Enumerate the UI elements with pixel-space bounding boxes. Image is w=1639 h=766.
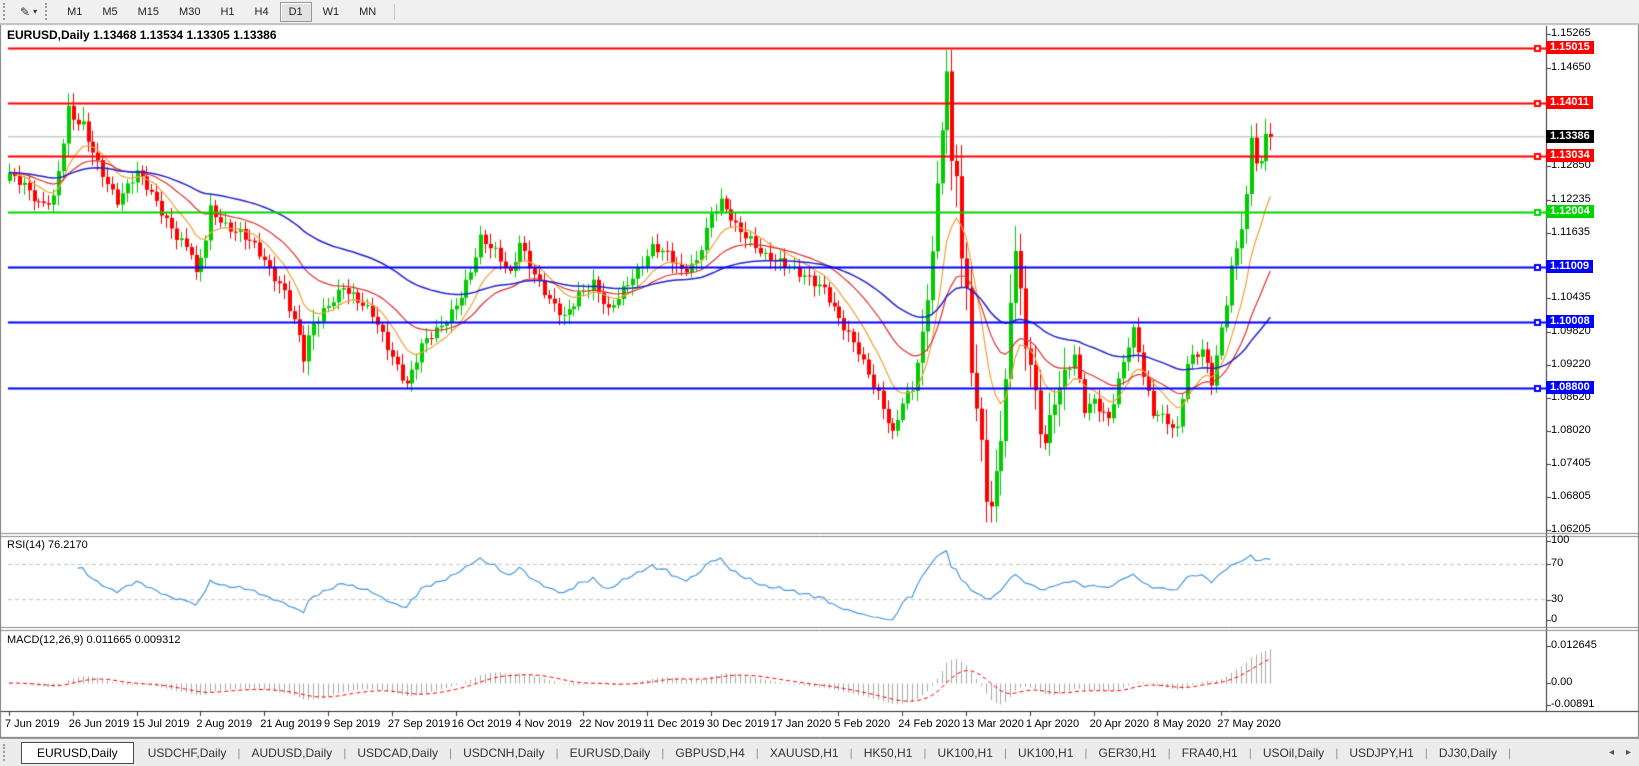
tab-divider: | bbox=[1335, 746, 1338, 760]
timeframe-button-h4[interactable]: H4 bbox=[246, 2, 278, 22]
chart-tab-xauusd-h1[interactable]: XAUUSD,H1 bbox=[760, 743, 849, 763]
chart-tab-uk100-h1[interactable]: UK100,H1 bbox=[1008, 743, 1083, 763]
chart-tab-fra40-h1[interactable]: FRA40,H1 bbox=[1172, 743, 1248, 763]
tab-divider: | bbox=[1084, 746, 1087, 760]
tab-divider: | bbox=[1425, 746, 1428, 760]
pen-chart-icon: ✎ bbox=[20, 5, 30, 19]
tab-divider: | bbox=[1168, 746, 1171, 760]
toolbar-grip[interactable] bbox=[3, 3, 10, 20]
chart-tab-dj30-daily[interactable]: DJ30,Daily bbox=[1429, 743, 1507, 763]
tab-divider: | bbox=[555, 746, 558, 760]
timeframe-button-mn[interactable]: MN bbox=[350, 2, 385, 22]
chart-tab-ger30-h1[interactable]: GER30,H1 bbox=[1089, 743, 1167, 763]
tab-divider: | bbox=[449, 746, 452, 760]
tab-divider: | bbox=[1508, 746, 1511, 760]
timeframe-button-m5[interactable]: M5 bbox=[93, 2, 126, 22]
chart-canvas[interactable] bbox=[0, 0, 1639, 766]
tabbar-grip[interactable] bbox=[3, 744, 10, 761]
timeframe-button-w1[interactable]: W1 bbox=[314, 2, 349, 22]
chart-tabs: EURUSD,DailyUSDCHF,Daily|AUDUSD,Daily|US… bbox=[15, 742, 1512, 764]
tab-divider: | bbox=[1004, 746, 1007, 760]
toolbar-grip[interactable] bbox=[45, 3, 52, 20]
chart-tab-usdcad-daily[interactable]: USDCAD,Daily bbox=[347, 743, 448, 763]
chart-tab-gbpusd-h4[interactable]: GBPUSD,H4 bbox=[665, 743, 754, 763]
timeframe-toolbar: M1M5M15M30H1H4D1W1MN bbox=[57, 2, 386, 22]
chart-tab-hk50-h1[interactable]: HK50,H1 bbox=[854, 743, 923, 763]
tab-divider: | bbox=[237, 746, 240, 760]
timeframe-button-m1[interactable]: M1 bbox=[58, 2, 91, 22]
tab-scroll-right-icon[interactable]: ▸ bbox=[1626, 747, 1631, 758]
tab-divider: | bbox=[923, 746, 926, 760]
chart-tab-uk100-h1[interactable]: UK100,H1 bbox=[928, 743, 1003, 763]
tab-divider: | bbox=[1249, 746, 1252, 760]
chart-tab-usdjpy-h1[interactable]: USDJPY,H1 bbox=[1339, 743, 1423, 763]
chart-tab-eurusd-daily[interactable]: EURUSD,Daily bbox=[560, 743, 661, 763]
tab-divider: | bbox=[756, 746, 759, 760]
chart-tool-button[interactable]: ✎ ▾ bbox=[15, 3, 42, 21]
timeframe-button-d1[interactable]: D1 bbox=[280, 2, 312, 22]
timeframe-button-h1[interactable]: H1 bbox=[211, 2, 243, 22]
chart-tab-usdcnh-daily[interactable]: USDCNH,Daily bbox=[453, 743, 554, 763]
toolbar-separator bbox=[394, 4, 395, 20]
chart-tab-bar: EURUSD,DailyUSDCHF,Daily|AUDUSD,Daily|US… bbox=[0, 738, 1639, 766]
chart-tab-eurusd-daily[interactable]: EURUSD,Daily bbox=[21, 742, 134, 764]
tab-divider: | bbox=[343, 746, 346, 760]
tab-scroll-left-icon[interactable]: ◂ bbox=[1609, 747, 1614, 758]
chart-tab-audusd-daily[interactable]: AUDUSD,Daily bbox=[242, 743, 343, 763]
chevron-down-icon: ▾ bbox=[33, 7, 37, 16]
chart-tab-usdchf-daily[interactable]: USDCHF,Daily bbox=[138, 743, 237, 763]
top-toolbar: ✎ ▾ M1M5M15M30H1H4D1W1MN bbox=[0, 0, 1639, 24]
timeframe-button-m30[interactable]: M30 bbox=[170, 2, 209, 22]
tab-divider: | bbox=[850, 746, 853, 760]
timeframe-button-m15[interactable]: M15 bbox=[129, 2, 168, 22]
tab-divider: | bbox=[661, 746, 664, 760]
chart-tab-usoil-daily[interactable]: USOil,Daily bbox=[1253, 743, 1334, 763]
